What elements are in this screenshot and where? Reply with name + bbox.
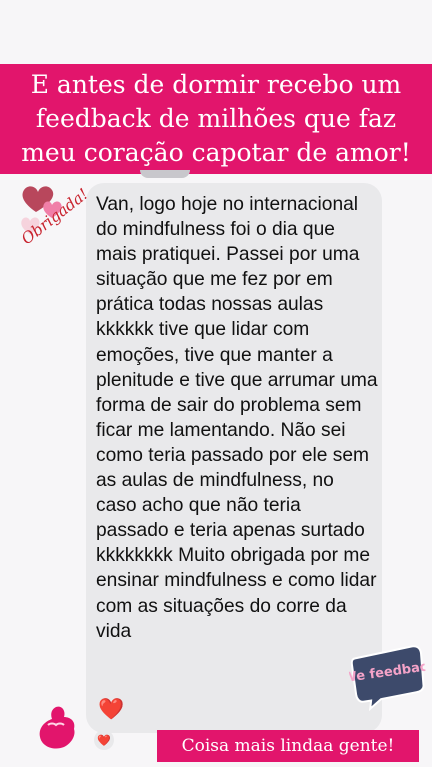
feedback-sticker-icon: We feedback <box>346 645 430 712</box>
headline-text: E antes de dormir recebo um feedback de … <box>21 70 411 167</box>
reaction-badge: ❤️ <box>94 730 114 750</box>
heart-emoji: ❤️ <box>98 697 125 721</box>
tab-edge <box>140 170 190 178</box>
caption-text: Coisa mais lindaa gente! <box>181 736 395 756</box>
message-text: Van, logo hoje no internacional do mindf… <box>96 194 378 642</box>
reaction-heart-icon: ❤️ <box>97 733 111 747</box>
caption-banner: Coisa mais lindaa gente! <box>157 730 419 762</box>
headline-banner: E antes de dormir recebo um feedback de … <box>0 64 432 174</box>
heart-reaction-icon <box>39 706 75 749</box>
